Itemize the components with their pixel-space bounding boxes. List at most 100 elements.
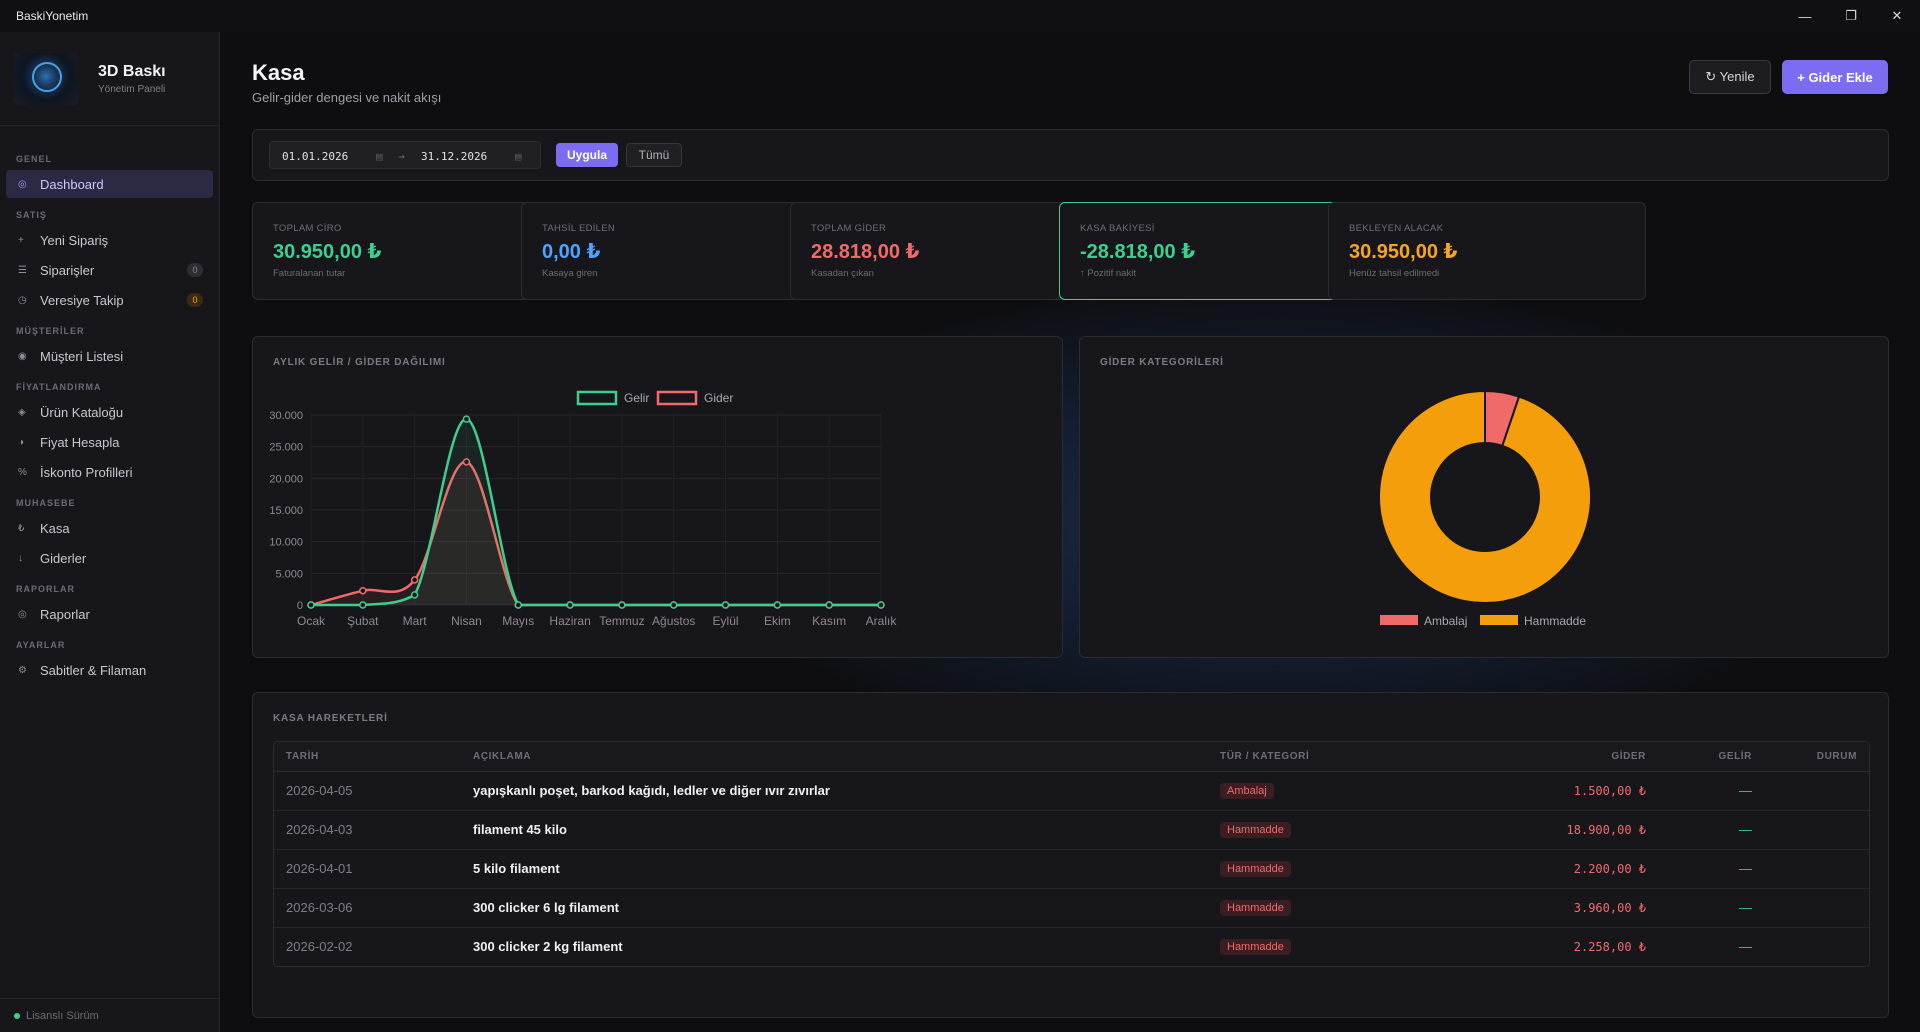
maximize-icon[interactable]: ❐ — [1828, 0, 1874, 32]
sidebar-item[interactable]: % İskonto Profilleri — [6, 458, 213, 486]
x-tick-label: Ekim — [764, 614, 791, 628]
x-tick-label: Mart — [403, 614, 428, 628]
sidebar-item[interactable]: ⚙ Sabitler & Filaman — [6, 656, 213, 684]
sidebar-item[interactable]: ◎ Dashboard — [6, 170, 213, 198]
col-description[interactable]: AÇIKLAMA — [473, 742, 1220, 772]
sidebar-item[interactable]: ◎ Raporlar — [6, 600, 213, 628]
row-status — [1756, 888, 1869, 928]
nav-section-label: SATIŞ — [16, 210, 47, 220]
table-title: KASA HAREKETLERİ — [273, 713, 388, 724]
col-status[interactable]: DURUM — [1756, 742, 1869, 772]
y-tick-label: 0 — [297, 600, 303, 612]
sidebar-nav: GENEL ◎ Dashboard SATIŞ + Yeni Sipariş ☰ Sipari… — [0, 126, 219, 684]
sidebar-item-label: Raporlar — [40, 606, 90, 622]
nav-icon: ↓ — [18, 552, 23, 564]
sidebar-item[interactable]: ◷ Veresiye Takip 0 — [6, 286, 213, 314]
category-badge: Hammadde — [1220, 900, 1291, 916]
x-tick-label: Ağustos — [652, 614, 695, 628]
nav-icon: ☰ — [18, 264, 27, 276]
x-tick-label: Haziran — [549, 614, 590, 628]
row-expense: 3.960,00 ₺ — [1395, 888, 1650, 928]
all-button[interactable]: Tümü — [626, 143, 682, 167]
row-income: — — [1650, 771, 1756, 811]
category-badge: Hammadde — [1220, 861, 1291, 877]
col-income[interactable]: GELİR — [1650, 742, 1756, 772]
sidebar-item[interactable]: ☰ Siparişler 0 — [6, 256, 213, 284]
date-from-input[interactable]: 01.01.2026 — [282, 150, 348, 163]
y-tick-label: 25.000 — [269, 442, 303, 454]
sidebar-item[interactable]: ₺ Kasa — [6, 514, 213, 542]
sidebar-item[interactable]: ◑ Fiyat Hesapla — [6, 428, 213, 456]
cash-movements-table: TARİH AÇIKLAMA TÜR / KATEGORİ GİDER GELİ… — [274, 742, 1869, 966]
category-chart-panel: GİDER KATEGORİLERİ Ambalaj Hammadde — [1079, 336, 1889, 658]
range-arrow-icon: → — [398, 150, 405, 163]
sidebar-item[interactable]: ◈ Ürün Kataloğu — [6, 398, 213, 426]
nav-icon: % — [18, 466, 27, 478]
monthly-chart-panel: AYLIK GELİR / GİDER DAĞILIMI 0 5.000 10.00… — [252, 336, 1063, 658]
data-point — [410, 591, 419, 599]
table-row[interactable]: 2026-03-06 300 clicker 6 lg filament Ham… — [274, 888, 1869, 928]
data-point — [669, 601, 678, 609]
table-row[interactable]: 2026-04-03 filament 45 kilo Hammadde 18.… — [274, 810, 1869, 850]
col-category[interactable]: TÜR / KATEGORİ — [1220, 742, 1395, 772]
nav-section-label: AYARLAR — [16, 640, 66, 650]
nav-icon: ◉ — [18, 350, 27, 362]
cash-movements-panel: KASA HAREKETLERİ TARİH AÇIKLAMA TÜR / KA… — [252, 692, 1889, 1018]
stat-card: BEKLEYEN ALACAK 30.950,00 ₺ Henüz tahsil… — [1328, 202, 1646, 300]
license-status: Lisanslı Sürüm — [0, 998, 219, 1032]
calendar-icon[interactable]: ▤ — [515, 150, 522, 163]
data-point — [462, 415, 471, 423]
add-expense-button[interactable]: + Gider Ekle — [1782, 60, 1888, 94]
sidebar-item-label: Sabitler & Filaman — [40, 662, 147, 678]
page-subtitle: Gelir-gider dengesi ve nakit akışı — [252, 90, 442, 105]
close-icon[interactable]: ✕ — [1874, 0, 1920, 32]
title-bar: BaskiYonetim — ❐ ✕ — [0, 0, 1920, 32]
refresh-button[interactable]: ↻ Yenile — [1689, 60, 1771, 94]
data-point — [359, 601, 367, 609]
nav-icon: + — [18, 234, 24, 246]
row-income: — — [1650, 888, 1756, 928]
sidebar-item-label: Siparişler — [40, 262, 95, 278]
sidebar-item-label: Müşteri Listesi — [40, 348, 124, 364]
col-expense[interactable]: GİDER — [1395, 742, 1650, 772]
nav-section-label: MUHASEBE — [16, 498, 76, 508]
sidebar-item[interactable]: + Yeni Sipariş — [6, 226, 213, 254]
date-filter-bar: 01.01.2026 ▤ → 31.12.2026 ▤ Uygula Tümü — [252, 129, 1889, 181]
table-row[interactable]: 2026-02-02 300 clicker 2 kg filament Ham… — [274, 927, 1869, 966]
calendar-icon[interactable]: ▤ — [376, 150, 383, 163]
category-badge: Hammadde — [1220, 939, 1291, 956]
row-date: 2026-02-02 — [286, 939, 353, 955]
sidebar-item[interactable]: ◉ Müşteri Listesi — [6, 342, 213, 370]
nav-icon: ◑ — [18, 436, 25, 448]
y-tick-label: 20.000 — [269, 473, 303, 485]
legend-label: Ambalaj — [1424, 614, 1467, 628]
x-tick-label: Aralık — [866, 614, 898, 628]
stat-value: 30.950,00 ₺ — [1349, 241, 1458, 263]
date-range-input[interactable]: 01.01.2026 ▤ → 31.12.2026 ▤ — [269, 141, 541, 169]
row-category: Hammadde — [1220, 849, 1395, 889]
row-expense: 1.500,00 ₺ — [1395, 771, 1650, 811]
minimize-icon[interactable]: — — [1782, 0, 1828, 32]
col-date[interactable]: TARİH — [274, 742, 473, 772]
nav-section-label: GENEL — [16, 154, 53, 164]
apply-button[interactable]: Uygula — [556, 143, 618, 167]
sidebar-item-label: Yeni Sipariş — [40, 232, 109, 248]
sidebar-item[interactable]: ↓ Giderler — [6, 544, 213, 572]
row-category: Hammadde — [1220, 927, 1395, 966]
row-expense: 2.258,00 ₺ — [1573, 939, 1646, 954]
data-point — [773, 601, 782, 609]
row-expense: 2.200,00 ₺ — [1395, 849, 1650, 889]
row-category: Hammadde — [1220, 810, 1395, 850]
legend-swatch — [1380, 615, 1418, 625]
table-row[interactable]: 2026-04-01 5 kilo filament Hammadde 2.20… — [274, 849, 1869, 889]
sidebar-item-label: Fiyat Hesapla — [40, 434, 120, 450]
sidebar-item-label: İskonto Profilleri — [40, 464, 133, 480]
date-to-input[interactable]: 31.12.2026 — [421, 150, 487, 163]
nav-section-label: RAPORLAR — [16, 584, 75, 594]
x-tick-label: Nisan — [451, 614, 482, 628]
row-description: filament 45 kilo — [473, 810, 1220, 850]
table-row[interactable]: 2026-04-05 yapışkanlı poşet, barkod kağı… — [274, 771, 1869, 811]
row-date: 2026-04-01 — [274, 849, 473, 889]
x-tick-label: Şubat — [347, 614, 379, 628]
sidebar: 3D Baskı Yönetim Paneli GENEL ◎ Dashboard S… — [0, 32, 220, 1032]
